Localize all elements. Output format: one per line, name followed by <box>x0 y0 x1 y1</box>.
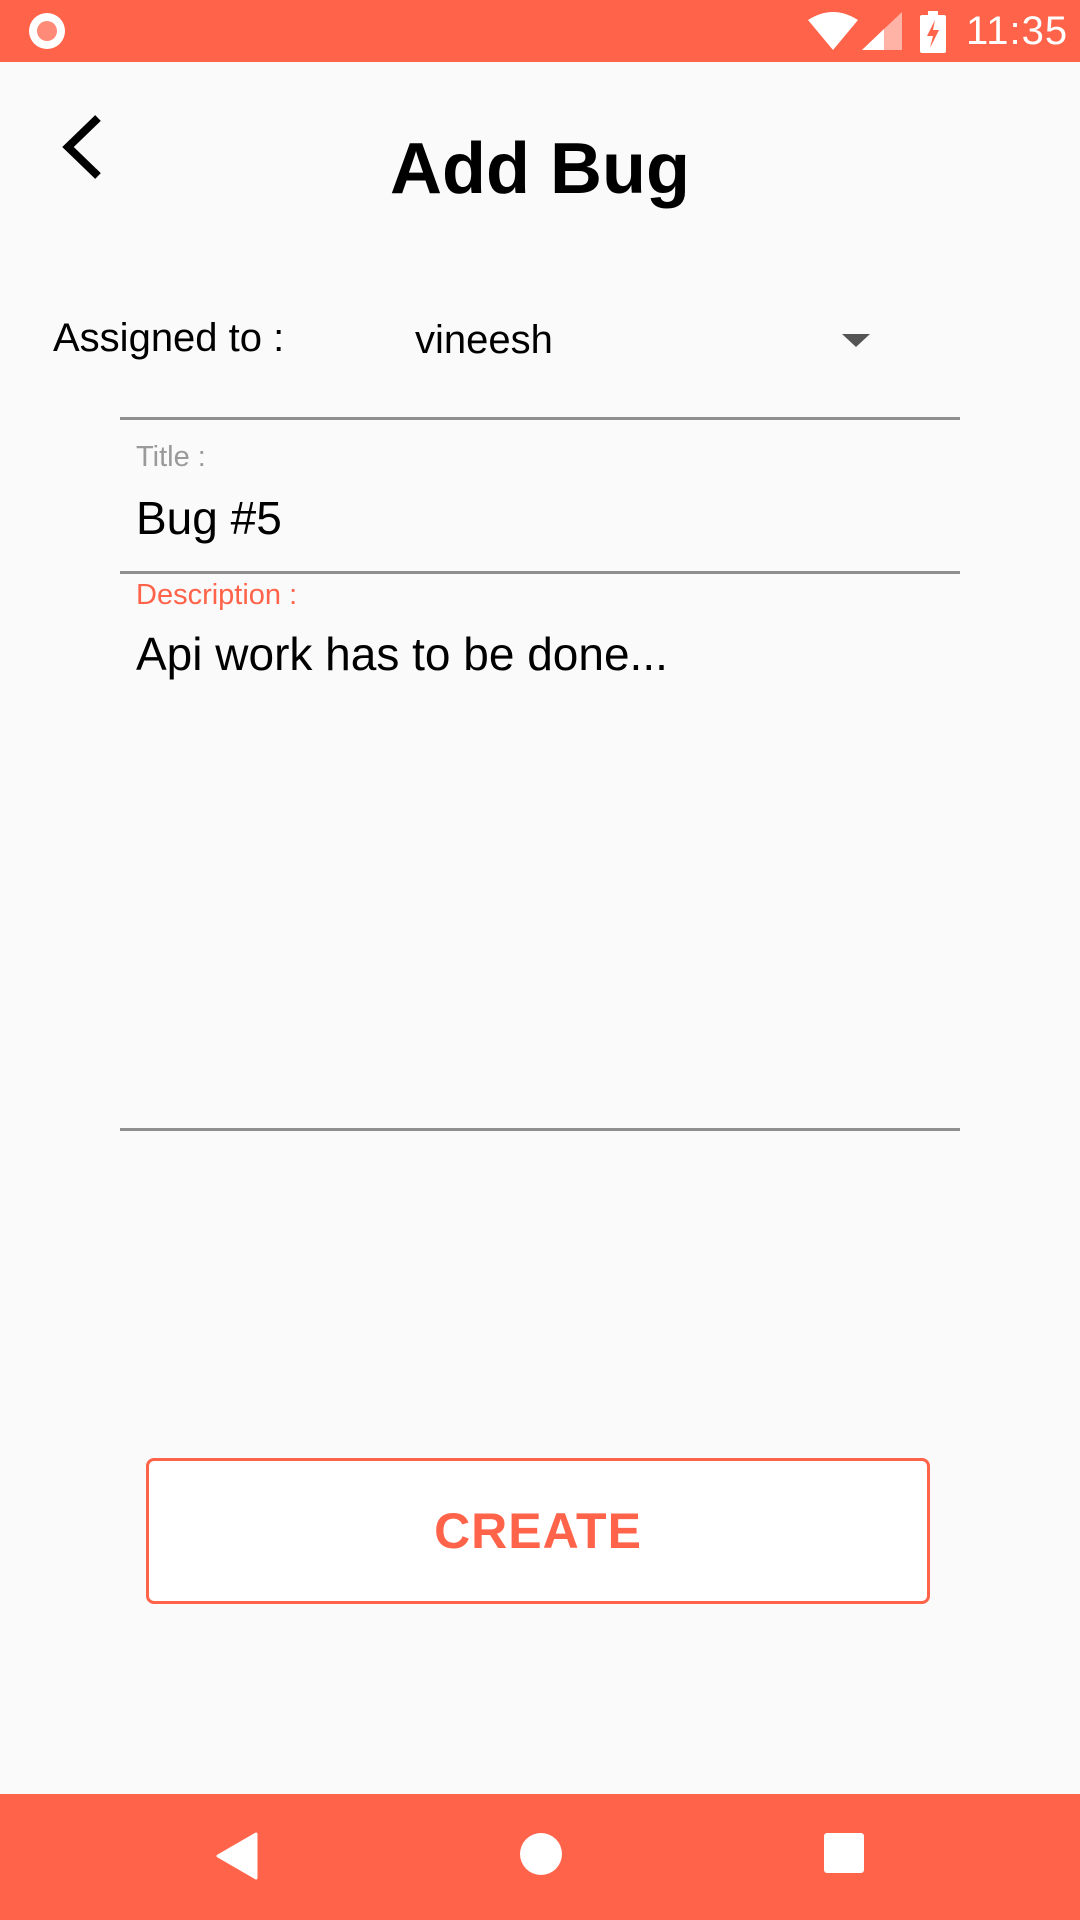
signal-icon <box>862 12 902 50</box>
back-triangle-icon[interactable] <box>216 1832 258 1880</box>
record-icon <box>29 13 65 49</box>
title-input[interactable]: Bug #5 <box>136 488 946 548</box>
status-time: 11:35 <box>966 9 1069 53</box>
home-circle-icon[interactable] <box>519 1832 563 1876</box>
title-underline <box>120 571 960 574</box>
description-label: Description : <box>136 579 298 611</box>
create-button[interactable]: CREATE <box>146 1458 930 1604</box>
assignee-value: vineesh <box>415 318 553 362</box>
assignee-dropdown[interactable]: vineesh <box>390 300 880 380</box>
battery-charging-icon <box>920 11 946 53</box>
description-input[interactable]: Api work has to be done... <box>136 624 946 1124</box>
status-bar: 11:35 <box>0 0 1080 62</box>
wifi-icon <box>808 12 858 50</box>
recents-square-icon[interactable] <box>823 1832 865 1874</box>
navigation-bar <box>0 1794 1080 1920</box>
create-button-label: CREATE <box>434 1503 642 1559</box>
title-label: Title : <box>136 441 206 473</box>
page-title: Add Bug <box>390 129 690 209</box>
dropdown-arrow-icon <box>842 334 870 347</box>
description-underline <box>120 1128 960 1131</box>
divider <box>120 417 960 420</box>
assigned-to-label: Assigned to : <box>53 316 285 360</box>
